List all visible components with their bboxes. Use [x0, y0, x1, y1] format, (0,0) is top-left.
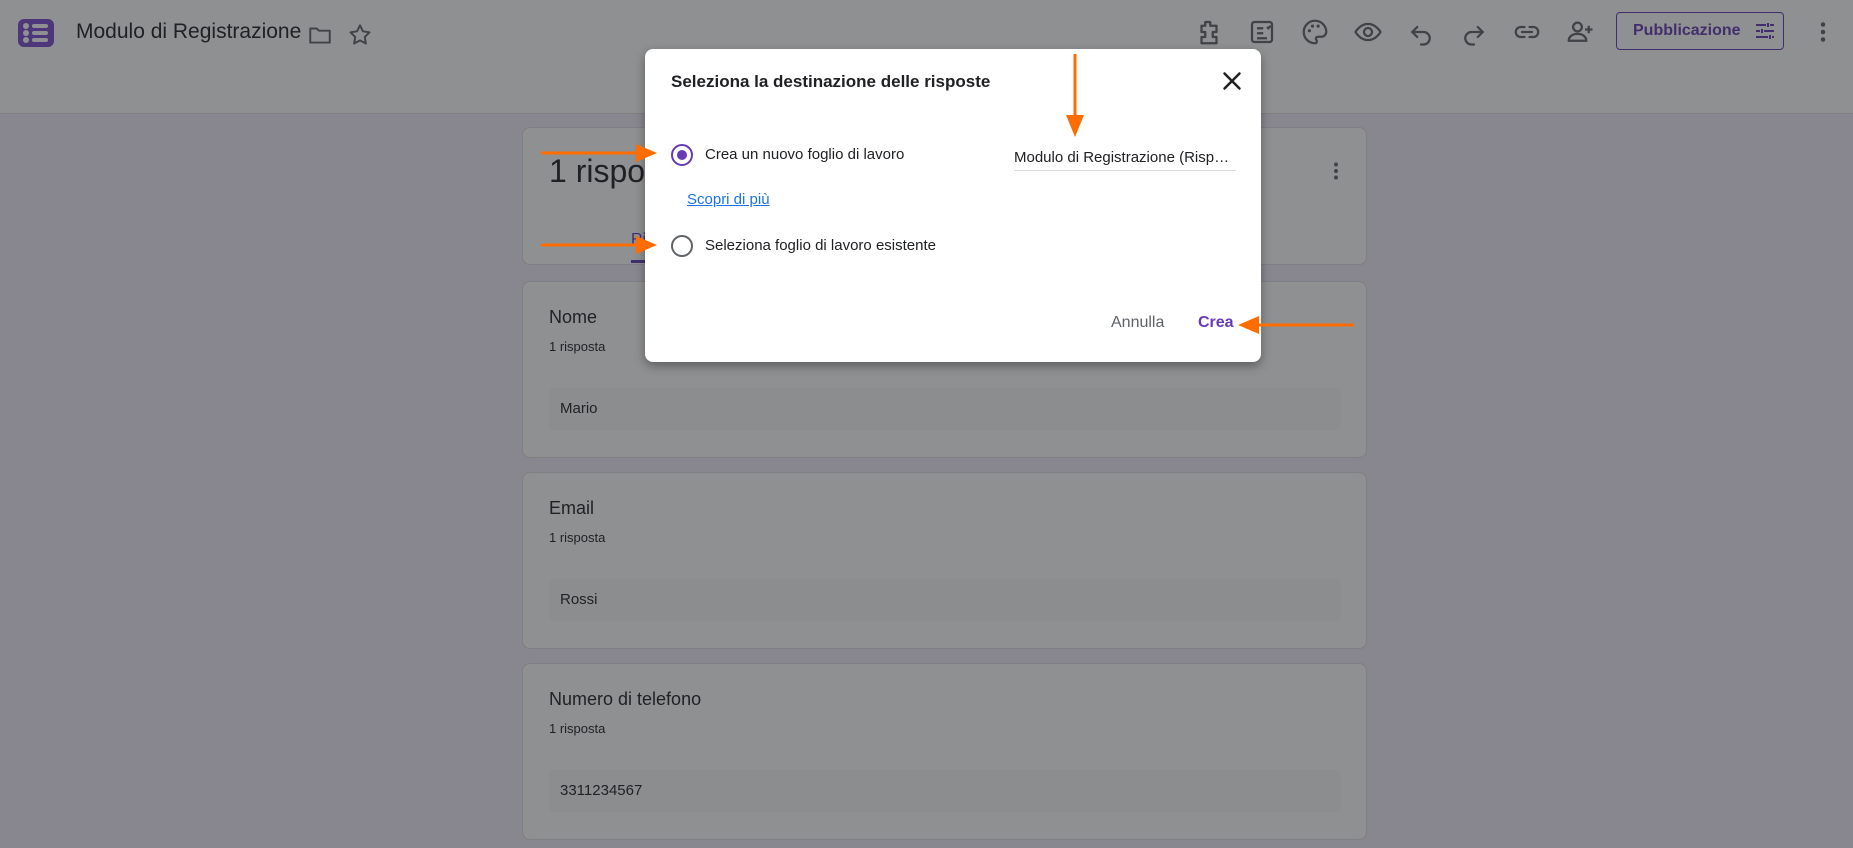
dialog-title: Seleziona la destinazione delle risposte: [671, 72, 991, 91]
cancel-button[interactable]: Annulla: [1111, 314, 1164, 332]
radio-new-sheet[interactable]: [671, 144, 693, 166]
new-sheet-name-input[interactable]: [1014, 144, 1236, 171]
option-new-sheet-label[interactable]: Crea un nuovo foglio di lavoro: [705, 146, 904, 163]
close-icon[interactable]: [1217, 66, 1247, 96]
radio-existing-sheet[interactable]: [671, 235, 693, 257]
response-destination-dialog: Seleziona la destinazione delle risposte…: [645, 49, 1261, 362]
option-existing-sheet-label[interactable]: Seleziona foglio di lavoro esistente: [705, 237, 936, 254]
create-button[interactable]: Crea: [1198, 314, 1234, 332]
learn-more-link[interactable]: Scopri di più: [687, 191, 770, 208]
